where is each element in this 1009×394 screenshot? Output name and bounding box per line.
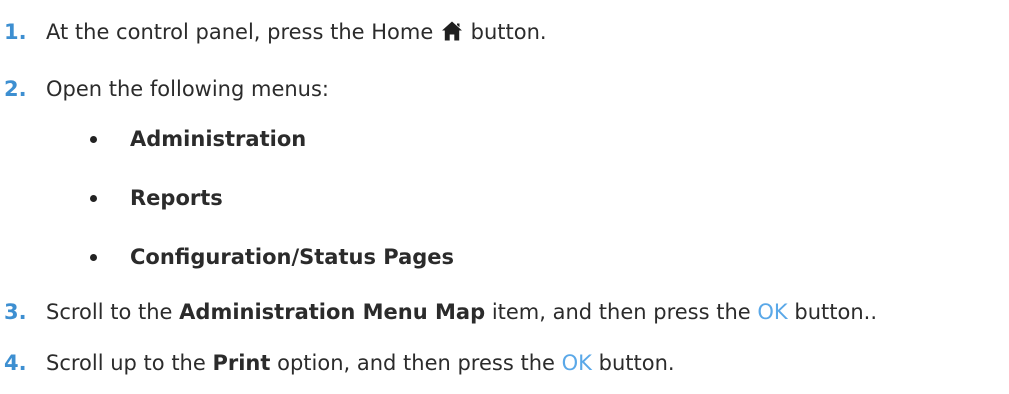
step-text-before: Scroll to the (46, 300, 173, 324)
step-text-after-icon: button. (470, 20, 547, 44)
bullet-dot (90, 254, 97, 261)
step-text-before-icon: At the control panel, press the Home (46, 20, 434, 44)
step-text-after: button.. (794, 300, 877, 324)
step-text: At the control panel, press the Home but… (46, 17, 547, 47)
step-text: Open the following menus: (46, 77, 329, 101)
submenu-label: Configuration/Status Pages (130, 245, 455, 269)
step-text-middle: item, and then press the (491, 300, 751, 324)
ok-button-label: OK (757, 300, 788, 324)
step-number: 1. (4, 20, 27, 44)
submenu-label: Reports (130, 186, 223, 210)
step-number: 3. (4, 300, 27, 324)
submenu-label: Administration (130, 127, 307, 151)
bullet-dot (90, 136, 97, 143)
step-text: Scroll up to the Print option, and then … (46, 348, 675, 378)
step-text: Scroll to the Administration Menu Map it… (46, 297, 877, 327)
step-text-before: Scroll up to the (46, 351, 206, 375)
step-number: 2. (4, 77, 27, 101)
bullet-dot (90, 195, 97, 202)
menu-item-name: Administration Menu Map (179, 300, 486, 324)
step-text-middle: option, and then press the (277, 351, 555, 375)
step-number: 4. (4, 351, 27, 375)
step-text-after: button. (598, 351, 675, 375)
option-name: Print (212, 351, 271, 375)
home-icon (441, 20, 463, 42)
ok-button-label: OK (561, 351, 592, 375)
